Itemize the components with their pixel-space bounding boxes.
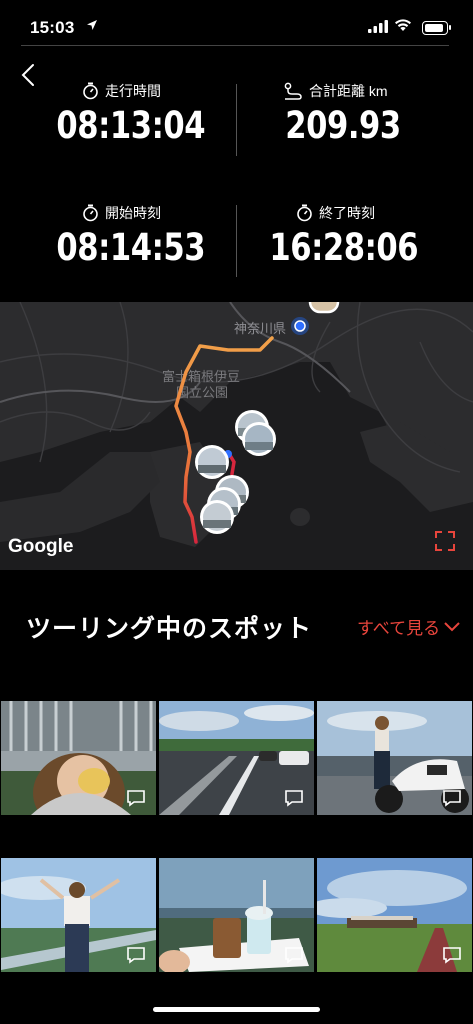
chevron-down-icon bbox=[444, 621, 460, 631]
wifi-icon bbox=[395, 19, 411, 31]
photo-pin[interactable] bbox=[200, 500, 234, 534]
route-map[interactable]: 神奈川県 富士箱根伊豆 国立公園 bbox=[0, 302, 473, 570]
see-all-label: すべて見る bbox=[357, 619, 441, 638]
ride-time-value: 08:13:04 bbox=[56, 104, 206, 147]
stopwatch-icon bbox=[83, 204, 98, 222]
comment-icon bbox=[443, 947, 461, 964]
stopwatch-icon bbox=[83, 82, 98, 100]
comment-icon bbox=[127, 790, 145, 807]
map-label-prefecture: 神奈川県 bbox=[234, 321, 286, 336]
back-chevron-icon[interactable] bbox=[18, 62, 40, 88]
spot-photo-thumbnail[interactable] bbox=[317, 701, 472, 815]
fullscreen-icon[interactable] bbox=[434, 530, 456, 552]
map-label-park-line1: 富士箱根伊豆 bbox=[162, 369, 240, 384]
end-time-label-row: 終了時刻 bbox=[296, 203, 375, 223]
comment-icon bbox=[285, 947, 303, 964]
start-time-label: 開始時刻 bbox=[105, 205, 161, 221]
start-time-label-row: 開始時刻 bbox=[82, 203, 161, 223]
home-indicator[interactable] bbox=[153, 1007, 320, 1012]
battery-icon bbox=[422, 21, 451, 35]
stats-separator bbox=[236, 205, 237, 277]
spot-photo-thumbnail[interactable] bbox=[159, 858, 314, 972]
see-all-link[interactable]: すべて見る bbox=[357, 614, 460, 639]
status-time: 15:03 bbox=[30, 18, 75, 37]
stopwatch-icon bbox=[297, 204, 312, 222]
header-divider bbox=[21, 45, 449, 46]
comment-icon bbox=[127, 947, 145, 964]
photo-pin[interactable] bbox=[195, 445, 229, 479]
comment-icon bbox=[443, 790, 461, 807]
distance-label-row: 合計距離 km bbox=[283, 81, 388, 101]
status-bar: 15:03 bbox=[0, 0, 473, 48]
map-canvas: 神奈川県 富士箱根伊豆 国立公園 bbox=[0, 302, 473, 570]
route-distance-icon bbox=[284, 82, 302, 100]
comment-icon bbox=[285, 790, 303, 807]
photo-pin[interactable] bbox=[242, 422, 276, 456]
spot-photo-thumbnail[interactable] bbox=[317, 858, 472, 972]
ride-time-label: 走行時間 bbox=[105, 83, 161, 99]
start-time-value: 08:14:53 bbox=[56, 226, 206, 269]
photo-pin[interactable] bbox=[308, 302, 340, 314]
spot-photo-thumbnail[interactable] bbox=[159, 701, 314, 815]
distance-value: 209.93 bbox=[285, 104, 401, 147]
google-attribution: Google bbox=[8, 536, 74, 557]
end-time-label: 終了時刻 bbox=[319, 205, 375, 221]
ride-time-label-row: 走行時間 bbox=[82, 81, 161, 101]
spot-photo-thumbnail[interactable] bbox=[1, 858, 156, 972]
end-time-value: 16:28:06 bbox=[269, 226, 419, 269]
distance-label: 合計距離 km bbox=[309, 83, 388, 99]
spots-title: ツーリング中のスポット bbox=[26, 615, 313, 643]
location-arrow-icon bbox=[87, 20, 97, 30]
cellular-signal-icon bbox=[368, 20, 388, 33]
spot-photo-thumbnail[interactable] bbox=[1, 701, 156, 815]
stats-separator bbox=[236, 84, 237, 156]
map-label-park-line2: 国立公園 bbox=[176, 385, 228, 400]
